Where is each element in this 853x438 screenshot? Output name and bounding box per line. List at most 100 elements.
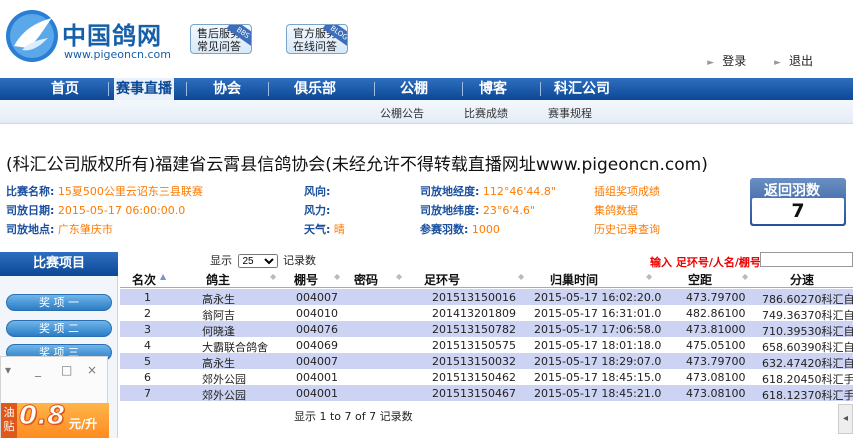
race-name-label: 比赛名称: [6, 185, 55, 198]
top-links: ► 登录 ► 退出 [683, 52, 813, 69]
longitude: 112°46'44.8" [482, 185, 556, 198]
nav-item-association[interactable]: 协会 [198, 78, 256, 100]
table-cell: 2015-05-17 18:45:21.0 [534, 387, 662, 400]
search-input[interactable] [760, 252, 853, 267]
nav-item-company[interactable]: 科汇公司 [548, 78, 616, 100]
race-info-col2: 风向: 风力: 天气: 晴 [304, 182, 345, 239]
nav-item-live[interactable]: 赛事直播 [114, 78, 174, 100]
table-cell: 473.08100 [686, 387, 746, 400]
page-size-select[interactable]: 25 [237, 254, 278, 268]
race-links: 插组奖项成绩 集鸽数据 历史记录查询 [594, 182, 660, 239]
wind-power-label: 风力: [304, 204, 331, 217]
fuel-ad-popup[interactable]: ▾ _ □ × 油贴 0.8 元/升 [0, 356, 109, 438]
table-cell: 2 [144, 307, 151, 320]
table-cell: 473.81000 [686, 323, 746, 336]
nav-divider [462, 82, 463, 96]
weather-label: 天气: [304, 223, 331, 236]
table-cell: 201513150575 [432, 339, 516, 352]
nav-item-loft[interactable]: 公棚 [384, 78, 444, 100]
table-cell: 2015-05-17 16:31:01.0 [534, 307, 662, 320]
col-speed[interactable]: 分速 [790, 271, 814, 288]
table-cell: 201513150462 [432, 371, 516, 384]
table-row: 5 高永生 004007 201513150032 2015-05-17 18:29:0… [120, 353, 853, 370]
group-award-link[interactable]: 插组奖项成绩 [594, 185, 660, 198]
nav-divider [540, 82, 541, 96]
ad-minimize-icon[interactable]: _ [35, 363, 41, 377]
latitude: 23°6'4.6" [482, 204, 535, 217]
site-header: 中国鸽网 www.pigeoncn.com 售后服务 常见问答 BBS 官方服务… [0, 0, 853, 80]
sort-icon[interactable]: ◆ [270, 272, 276, 281]
login-link[interactable]: 登录 [722, 54, 746, 68]
table-cell: 2015-05-17 18:29:07.0 [534, 355, 662, 368]
subnav-rules[interactable]: 赛事规程 [548, 105, 592, 121]
nav-item-blog[interactable]: 博客 [464, 78, 522, 100]
ad-restore-icon[interactable]: □ [61, 363, 72, 377]
table-row: 6 郊外公园 004001 201513150462 2015-05-17 18:45:… [120, 369, 853, 386]
longitude-label: 司放地经度: [420, 185, 480, 198]
table-cell: 201513150016 [432, 291, 516, 304]
col-ring-no[interactable]: 足环号 [424, 271, 460, 288]
show-prefix: 显示 [210, 254, 232, 267]
table-cell: 475.05100 [686, 339, 746, 352]
participant-count-label: 参赛羽数: [420, 223, 469, 236]
table-row: 7 郊外公园 004001 201513150467 2015-05-17 18:45:… [120, 385, 853, 402]
nav-item-home[interactable]: 首页 [36, 78, 94, 100]
show-suffix: 记录数 [283, 254, 316, 267]
award-1-button[interactable]: 奖 项 一 [6, 294, 112, 311]
col-rank[interactable]: 名次 [132, 271, 156, 288]
award-2-button[interactable]: 奖 项 二 [6, 320, 112, 337]
scroll-left-icon[interactable]: ◂ [838, 404, 853, 434]
release-place: 广东肇庆市 [57, 223, 113, 236]
col-loft-no[interactable]: 棚号 [294, 271, 318, 288]
official-service-button[interactable]: 官方服务 在线问答 BLOG [286, 24, 348, 54]
after-sales-button[interactable]: 售后服务 常见问答 BBS [190, 24, 252, 54]
ad-close-icon[interactable]: × [87, 363, 97, 377]
table-cell: 7 [144, 387, 151, 400]
sort-icon[interactable]: ◆ [646, 272, 652, 281]
table-cell: 004001 [296, 387, 338, 400]
col-password[interactable]: 密码 [354, 271, 378, 288]
history-query-link[interactable]: 历史记录查询 [594, 223, 660, 236]
sort-icon[interactable]: ◆ [742, 272, 748, 281]
table-cell: 4 [144, 339, 151, 352]
table-cell: 473.08100 [686, 371, 746, 384]
table-cell: 618.12370科汇手持 [762, 389, 853, 402]
ad-arrow-icon[interactable]: ▾ [5, 363, 11, 377]
table-cell: 201513150467 [432, 387, 516, 400]
logout-link[interactable]: 退出 [789, 54, 813, 68]
bullet-icon: ► [774, 58, 781, 68]
sort-icon[interactable]: ◆ [396, 272, 402, 281]
table-cell: 2015-05-17 17:06:58.0 [534, 323, 662, 336]
table-row: 4 大霸联合鸽舍 004069 201513150575 2015-05-17 18:0… [120, 337, 853, 354]
returned-count-value: 7 [752, 198, 844, 224]
site-url: www.pigeoncn.com [64, 48, 171, 61]
table-cell: 201413201809 [432, 307, 516, 320]
nav-divider [268, 82, 269, 96]
table-cell: 1 [144, 291, 151, 304]
nav-divider [374, 82, 375, 96]
sub-nav: 公棚公告 比赛成绩 赛事规程 [0, 100, 853, 124]
col-arrival-time[interactable]: 归巢时间 [550, 271, 598, 288]
subnav-results[interactable]: 比赛成绩 [464, 105, 508, 121]
col-distance[interactable]: 空距 [688, 271, 712, 288]
weather: 晴 [333, 223, 345, 236]
sidebar-title: 比赛项目 [0, 252, 118, 276]
pigeon-logo-icon [6, 10, 58, 62]
sort-asc-icon[interactable]: ▲ [160, 272, 166, 281]
collection-data-link[interactable]: 集鸽数据 [594, 204, 638, 217]
nav-item-club[interactable]: 俱乐部 [280, 78, 350, 100]
table-cell: 2015-05-17 18:45:15.0 [534, 371, 662, 384]
sort-icon[interactable]: ◆ [334, 272, 340, 281]
nav-divider [108, 82, 109, 96]
subnav-loft-notice[interactable]: 公棚公告 [380, 105, 424, 121]
site-logo[interactable]: 中国鸽网 www.pigeoncn.com [4, 8, 174, 64]
race-info-col3: 司放地经度: 112°46'44.8" 司放地纬度: 23°6'4.6" 参赛羽… [420, 182, 556, 239]
table-cell: 004069 [296, 339, 338, 352]
sort-icon[interactable]: ◆ [518, 272, 524, 281]
main-nav: 首页 赛事直播 协会 俱乐部 公棚 博客 科汇公司 [0, 78, 853, 100]
nav-divider [186, 82, 187, 96]
official-service-line2: 在线问答 [293, 40, 337, 53]
release-date: 2015-05-17 06:00:00.0 [57, 204, 186, 217]
col-owner[interactable]: 鸽主 [206, 271, 230, 288]
ad-unit: 元/升 [69, 417, 98, 431]
